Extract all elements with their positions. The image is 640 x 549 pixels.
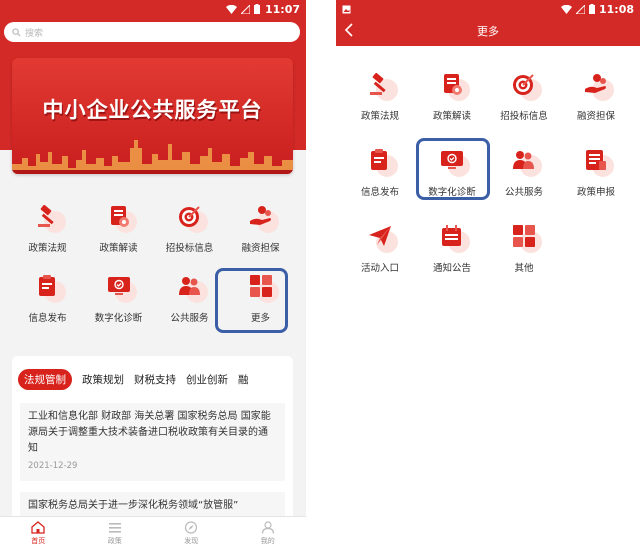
tab-policy-planning[interactable]: 政策规划 xyxy=(82,372,124,387)
menu-item-notice[interactable]: 通知公告 xyxy=(416,220,488,274)
menu-label: 政策法规 xyxy=(28,243,67,254)
menu-label: 其他 xyxy=(514,263,534,274)
menu-label: 政策申报 xyxy=(576,187,615,198)
menu-item-info-release[interactable]: 信息发布 xyxy=(12,270,83,324)
bottom-nav: 首页 政策 发现 我的 xyxy=(0,516,306,549)
document-gear-icon xyxy=(444,74,462,95)
nav-policy[interactable]: 政策 xyxy=(77,517,154,549)
menu-label: 政策法规 xyxy=(360,111,399,122)
article-date: 2021-12-29 xyxy=(28,461,78,471)
nav-label: 政策 xyxy=(107,536,122,545)
home-screen: 11:07 搜索 中小企业公共服务平台 政策法规 政策解读 招投标信息 融资担保… xyxy=(0,0,306,549)
nav-label: 我的 xyxy=(260,536,275,545)
document-gear-icon xyxy=(110,206,129,227)
user-icon xyxy=(261,520,274,534)
grid-icon xyxy=(249,275,272,297)
menu-label: 通知公告 xyxy=(432,263,471,274)
hand-coins-icon xyxy=(249,206,271,225)
nav-home[interactable]: 首页 xyxy=(0,517,77,549)
news-tabs: 法规管制 政策规划 财税支持 创业创新 融 xyxy=(18,369,249,390)
article-title: 工业和信息化部 财政部 海关总署 国家税务总局 国家能源局关于调整重大技术装备进… xyxy=(28,411,271,454)
hand-coins-icon xyxy=(585,74,606,93)
status-time: 11:08 xyxy=(598,2,634,16)
tab-fiscal-support[interactable]: 财税支持 xyxy=(134,372,176,387)
battery-icon xyxy=(253,4,260,14)
banner[interactable]: 中小企业公共服务平台 xyxy=(12,58,293,174)
menu-item-bidding-info[interactable]: 招投标信息 xyxy=(154,200,225,254)
menu-item-policy-application[interactable]: 政策申报 xyxy=(560,144,632,198)
menu-item-policy-interpretation[interactable]: 政策解读 xyxy=(83,200,154,254)
clipboard-icon xyxy=(371,149,387,170)
paper-plane-icon xyxy=(369,226,391,246)
menu-item-financing-guarantee[interactable]: 融资担保 xyxy=(560,68,632,122)
people-icon xyxy=(178,277,200,295)
header-bar: 11:08 更多 xyxy=(336,0,640,46)
calendar-icon xyxy=(442,225,461,246)
menu-item-other[interactable]: 其他 xyxy=(488,220,560,274)
menu-label: 融资担保 xyxy=(576,111,615,122)
menu-label: 公共服务 xyxy=(504,187,543,198)
form-icon xyxy=(586,150,606,170)
nav-label: 发现 xyxy=(184,536,199,545)
tab-entrepreneurship[interactable]: 创业创新 xyxy=(186,372,228,387)
status-bar: 11:08 xyxy=(336,0,640,18)
menu-item-bidding-info[interactable]: 招投标信息 xyxy=(488,68,560,122)
nav-label: 首页 xyxy=(31,536,46,545)
menu-label: 数字化诊断 xyxy=(94,313,143,324)
list-icon xyxy=(108,522,121,533)
city-skyline-image xyxy=(12,140,293,174)
page-title: 更多 xyxy=(477,25,499,38)
monitor-check-icon xyxy=(441,151,463,169)
menu-label: 政策解读 xyxy=(99,243,138,254)
more-screen: 11:08 更多 政策法规 政策解读 招投标信息 融资担保 信息发布 数字化诊断… xyxy=(336,0,640,549)
menu-label: 政策解读 xyxy=(432,111,471,122)
target-icon xyxy=(178,206,200,227)
menu-item-info-release[interactable]: 信息发布 xyxy=(344,144,416,198)
signal-off-icon xyxy=(575,4,585,14)
list-item[interactable]: 国家税务总局关于进一步深化税务领域“放管服” xyxy=(20,492,285,516)
menu-item-policy-regulations[interactable]: 政策法规 xyxy=(344,68,416,122)
search-input[interactable]: 搜索 xyxy=(4,22,300,42)
wifi-icon xyxy=(560,4,572,14)
search-icon xyxy=(12,27,21,37)
clipboard-icon xyxy=(38,275,55,296)
grid-icon xyxy=(513,225,535,247)
menu-label: 招投标信息 xyxy=(500,111,548,122)
monitor-check-icon xyxy=(107,277,130,295)
home-icon xyxy=(31,520,45,534)
people-icon xyxy=(513,151,534,169)
tab-financing[interactable]: 融 xyxy=(238,372,249,387)
signal-off-icon xyxy=(240,4,250,14)
menu-item-public-service[interactable]: 公共服务 xyxy=(488,144,560,198)
status-bar: 11:07 xyxy=(0,0,306,18)
article-title: 国家税务总局关于进一步深化税务领域“放管服” xyxy=(28,500,239,511)
menu-item-digital-diagnosis[interactable]: 数字化诊断 xyxy=(83,270,154,324)
nav-mine[interactable]: 我的 xyxy=(230,517,307,549)
menu-label: 活动入口 xyxy=(360,263,399,274)
target-icon xyxy=(513,74,534,95)
menu-item-policy-interpretation[interactable]: 政策解读 xyxy=(416,68,488,122)
news-card: 法规管制 政策规划 财税支持 创业创新 融 工业和信息化部 财政部 海关总署 国… xyxy=(12,356,293,516)
banner-title: 中小企业公共服务平台 xyxy=(42,98,263,122)
list-item[interactable]: 工业和信息化部 财政部 海关总署 国家税务总局 国家能源局关于调整重大技术装备进… xyxy=(20,403,285,481)
divider xyxy=(306,0,336,549)
wifi-icon xyxy=(225,4,237,14)
menu-item-financing-guarantee[interactable]: 融资担保 xyxy=(225,200,296,254)
menu-item-policy-regulations[interactable]: 政策法规 xyxy=(12,200,83,254)
gavel-icon xyxy=(370,72,386,95)
status-time: 11:07 xyxy=(264,2,300,16)
menu-label: 信息发布 xyxy=(360,187,399,198)
menu-label: 信息发布 xyxy=(28,313,67,324)
battery-icon xyxy=(588,4,595,14)
nav-discover[interactable]: 发现 xyxy=(153,517,230,549)
compass-icon xyxy=(185,520,198,534)
tab-regulation[interactable]: 法规管制 xyxy=(18,369,72,390)
menu-label: 融资担保 xyxy=(241,243,280,254)
menu-label: 招投标信息 xyxy=(165,243,214,254)
image-notification-icon xyxy=(342,5,351,13)
search-placeholder: 搜索 xyxy=(25,28,44,39)
gavel-icon xyxy=(37,204,54,227)
menu-item-event-entry[interactable]: 活动入口 xyxy=(344,220,416,274)
menu-label: 公共服务 xyxy=(170,313,209,324)
